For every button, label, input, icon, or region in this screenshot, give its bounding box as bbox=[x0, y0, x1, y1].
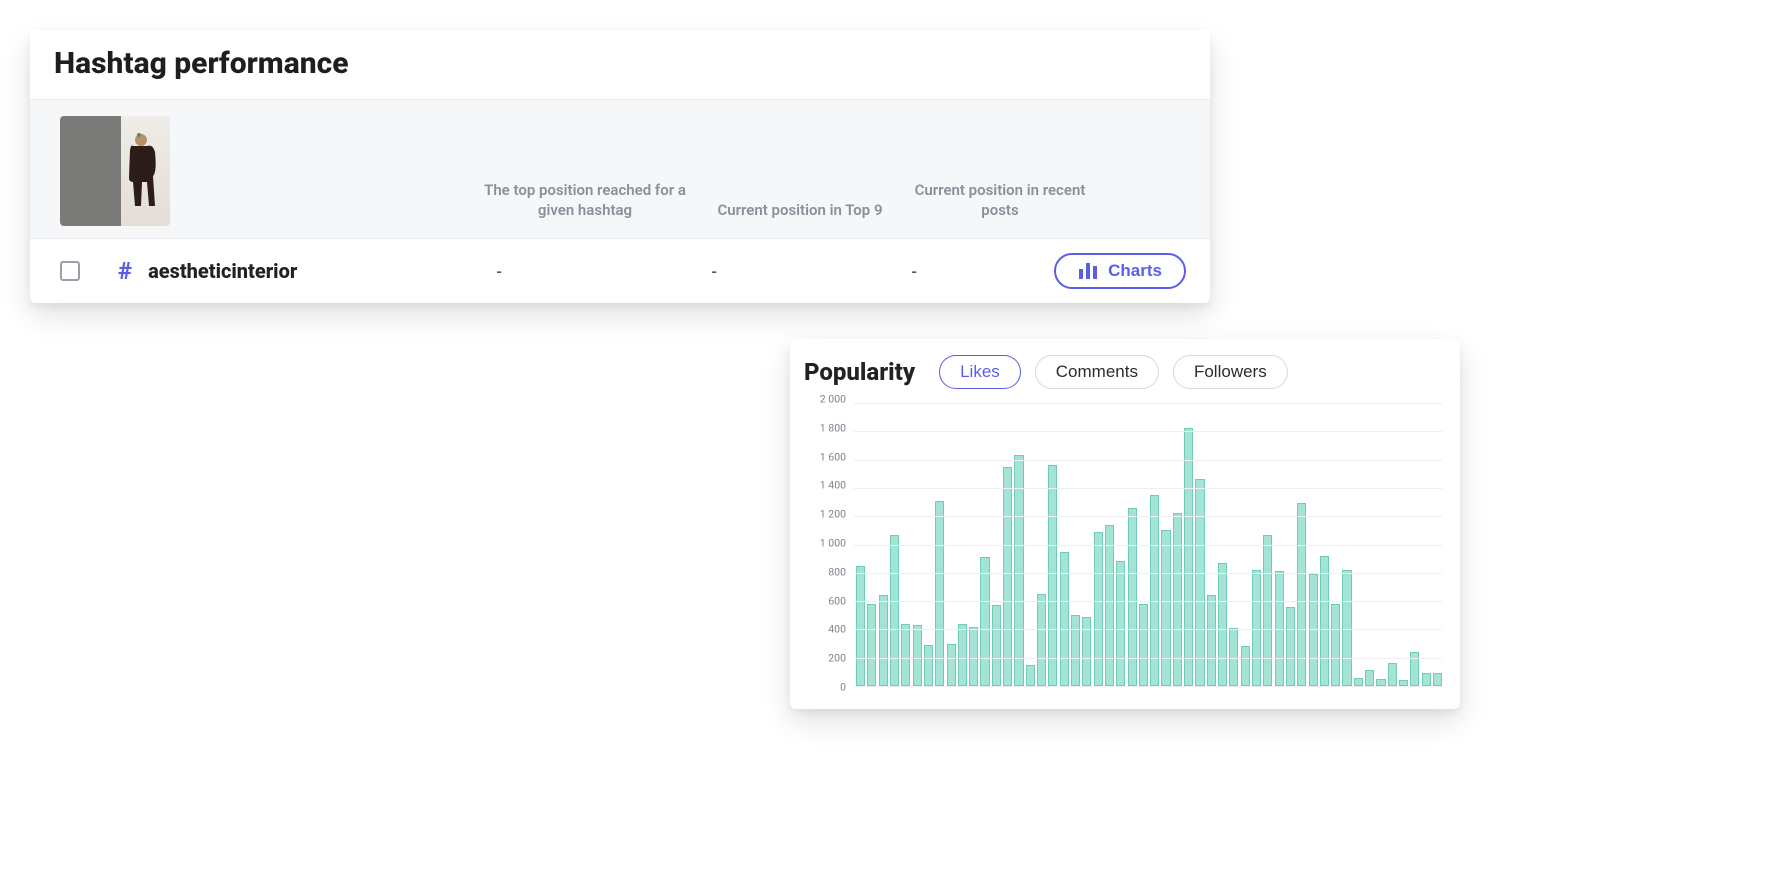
y-tick-label: 600 bbox=[828, 594, 846, 607]
y-tick-label: 0 bbox=[840, 681, 846, 694]
chart-bar[interactable] bbox=[947, 644, 956, 686]
chart-bar[interactable] bbox=[1422, 673, 1431, 686]
col-header-top9: Current position in Top 9 bbox=[700, 201, 900, 221]
hashtag-name[interactable]: aestheticinterior bbox=[148, 259, 297, 283]
chart-bar[interactable] bbox=[958, 624, 967, 686]
cell-recent: - bbox=[814, 262, 1014, 281]
chart-bar[interactable] bbox=[1320, 556, 1329, 686]
charts-button[interactable]: Charts bbox=[1054, 253, 1186, 289]
chart-bar[interactable] bbox=[980, 557, 989, 686]
post-thumbnail[interactable] bbox=[60, 116, 170, 226]
chart-bar[interactable] bbox=[1331, 604, 1340, 686]
y-tick-label: 800 bbox=[828, 565, 846, 578]
gridline bbox=[854, 403, 1442, 404]
gridline bbox=[854, 658, 1442, 659]
page-title: Hashtag performance bbox=[54, 46, 1186, 81]
popularity-chart-panel: Popularity Likes Comments Followers 0 200… bbox=[790, 339, 1460, 709]
chart-bar[interactable] bbox=[1105, 525, 1114, 686]
chart-bar[interactable] bbox=[913, 625, 922, 686]
chart-area: 02004006008001 0001 2001 4001 6001 8002 … bbox=[804, 399, 1446, 699]
chart-bar[interactable] bbox=[1082, 617, 1091, 686]
chart-title: Popularity bbox=[804, 358, 915, 386]
col-header-top-position: The top position reached for a given has… bbox=[470, 181, 700, 220]
y-tick-label: 1 600 bbox=[820, 450, 846, 463]
hash-icon: # bbox=[118, 257, 132, 285]
y-tick-label: 400 bbox=[828, 623, 846, 636]
chart-bar[interactable] bbox=[1048, 465, 1057, 686]
row-checkbox[interactable] bbox=[60, 261, 80, 281]
chart-bar[interactable] bbox=[1026, 665, 1035, 686]
chart-bar[interactable] bbox=[992, 605, 1001, 686]
y-tick-label: 2 000 bbox=[820, 393, 846, 406]
y-tick-label: 200 bbox=[828, 652, 846, 665]
chart-bar[interactable] bbox=[969, 627, 978, 686]
chart-bar[interactable] bbox=[1263, 535, 1272, 686]
chart-bar[interactable] bbox=[1376, 679, 1385, 686]
row-cells: - - - Charts bbox=[344, 253, 1186, 289]
gridline bbox=[854, 431, 1442, 432]
bar-chart-icon bbox=[1078, 263, 1098, 279]
chart-bar[interactable] bbox=[879, 595, 888, 686]
chart-bar[interactable] bbox=[856, 566, 865, 686]
chart-bar[interactable] bbox=[1094, 532, 1103, 686]
gridline bbox=[854, 601, 1442, 602]
y-tick-label: 1 800 bbox=[820, 421, 846, 434]
chart-bar[interactable] bbox=[1342, 570, 1351, 686]
tab-followers[interactable]: Followers bbox=[1173, 355, 1288, 389]
gridline bbox=[854, 686, 1442, 687]
chart-bar[interactable] bbox=[901, 624, 910, 686]
thumbnail-person-figure bbox=[127, 132, 161, 210]
chart-y-axis: 02004006008001 0001 2001 4001 6001 8002 … bbox=[804, 399, 850, 687]
chart-bar[interactable] bbox=[867, 604, 876, 686]
y-tick-label: 1 000 bbox=[820, 537, 846, 550]
col-header-recent: Current position in recent posts bbox=[900, 181, 1100, 220]
chart-bar[interactable] bbox=[1184, 428, 1193, 686]
chart-bar[interactable] bbox=[1241, 646, 1250, 686]
chart-bar[interactable] bbox=[1365, 670, 1374, 686]
chart-bar[interactable] bbox=[1014, 455, 1023, 686]
gridline bbox=[854, 460, 1442, 461]
chart-bar[interactable] bbox=[1218, 563, 1227, 686]
gridline bbox=[854, 573, 1442, 574]
tab-comments[interactable]: Comments bbox=[1035, 355, 1159, 389]
chart-bar[interactable] bbox=[1173, 513, 1182, 686]
gridline bbox=[854, 488, 1442, 489]
chart-bar[interactable] bbox=[1139, 604, 1148, 686]
tab-likes[interactable]: Likes bbox=[939, 355, 1021, 389]
chart-bar[interactable] bbox=[890, 535, 899, 686]
chart-bar[interactable] bbox=[1128, 508, 1137, 686]
y-tick-label: 1 200 bbox=[820, 508, 846, 521]
chart-bar[interactable] bbox=[1161, 530, 1170, 686]
hashtag-performance-panel: Hashtag performance The top position rea… bbox=[30, 30, 1210, 303]
hashtag-row: # aestheticinterior - - - Charts bbox=[30, 239, 1210, 303]
chart-bar[interactable] bbox=[1354, 678, 1363, 686]
chart-bar[interactable] bbox=[1037, 594, 1046, 686]
chart-bar[interactable] bbox=[1071, 615, 1080, 686]
charts-button-label: Charts bbox=[1108, 261, 1162, 281]
chart-bar[interactable] bbox=[1388, 663, 1397, 686]
gridline bbox=[854, 545, 1442, 546]
chart-bar[interactable] bbox=[1116, 561, 1125, 686]
chart-bar[interactable] bbox=[1286, 607, 1295, 686]
cell-top-position: - bbox=[384, 262, 614, 281]
chart-bar[interactable] bbox=[1003, 467, 1012, 686]
chart-bar[interactable] bbox=[1207, 595, 1216, 686]
panel-header-row: The top position reached for a given has… bbox=[30, 100, 1210, 239]
column-headers: The top position reached for a given has… bbox=[190, 181, 1186, 226]
chart-bar[interactable] bbox=[1060, 552, 1069, 686]
chart-header: Popularity Likes Comments Followers bbox=[804, 355, 1446, 389]
chart-bar[interactable] bbox=[924, 645, 933, 686]
panel-header: Hashtag performance bbox=[30, 30, 1210, 100]
chart-bar[interactable] bbox=[1252, 570, 1261, 686]
gridline bbox=[854, 516, 1442, 517]
gridline bbox=[854, 629, 1442, 630]
y-tick-label: 1 400 bbox=[820, 479, 846, 492]
cell-top9: - bbox=[614, 262, 814, 281]
chart-bar[interactable] bbox=[1433, 673, 1442, 686]
chart-plot bbox=[854, 403, 1442, 687]
chart-bar[interactable] bbox=[1195, 479, 1204, 686]
